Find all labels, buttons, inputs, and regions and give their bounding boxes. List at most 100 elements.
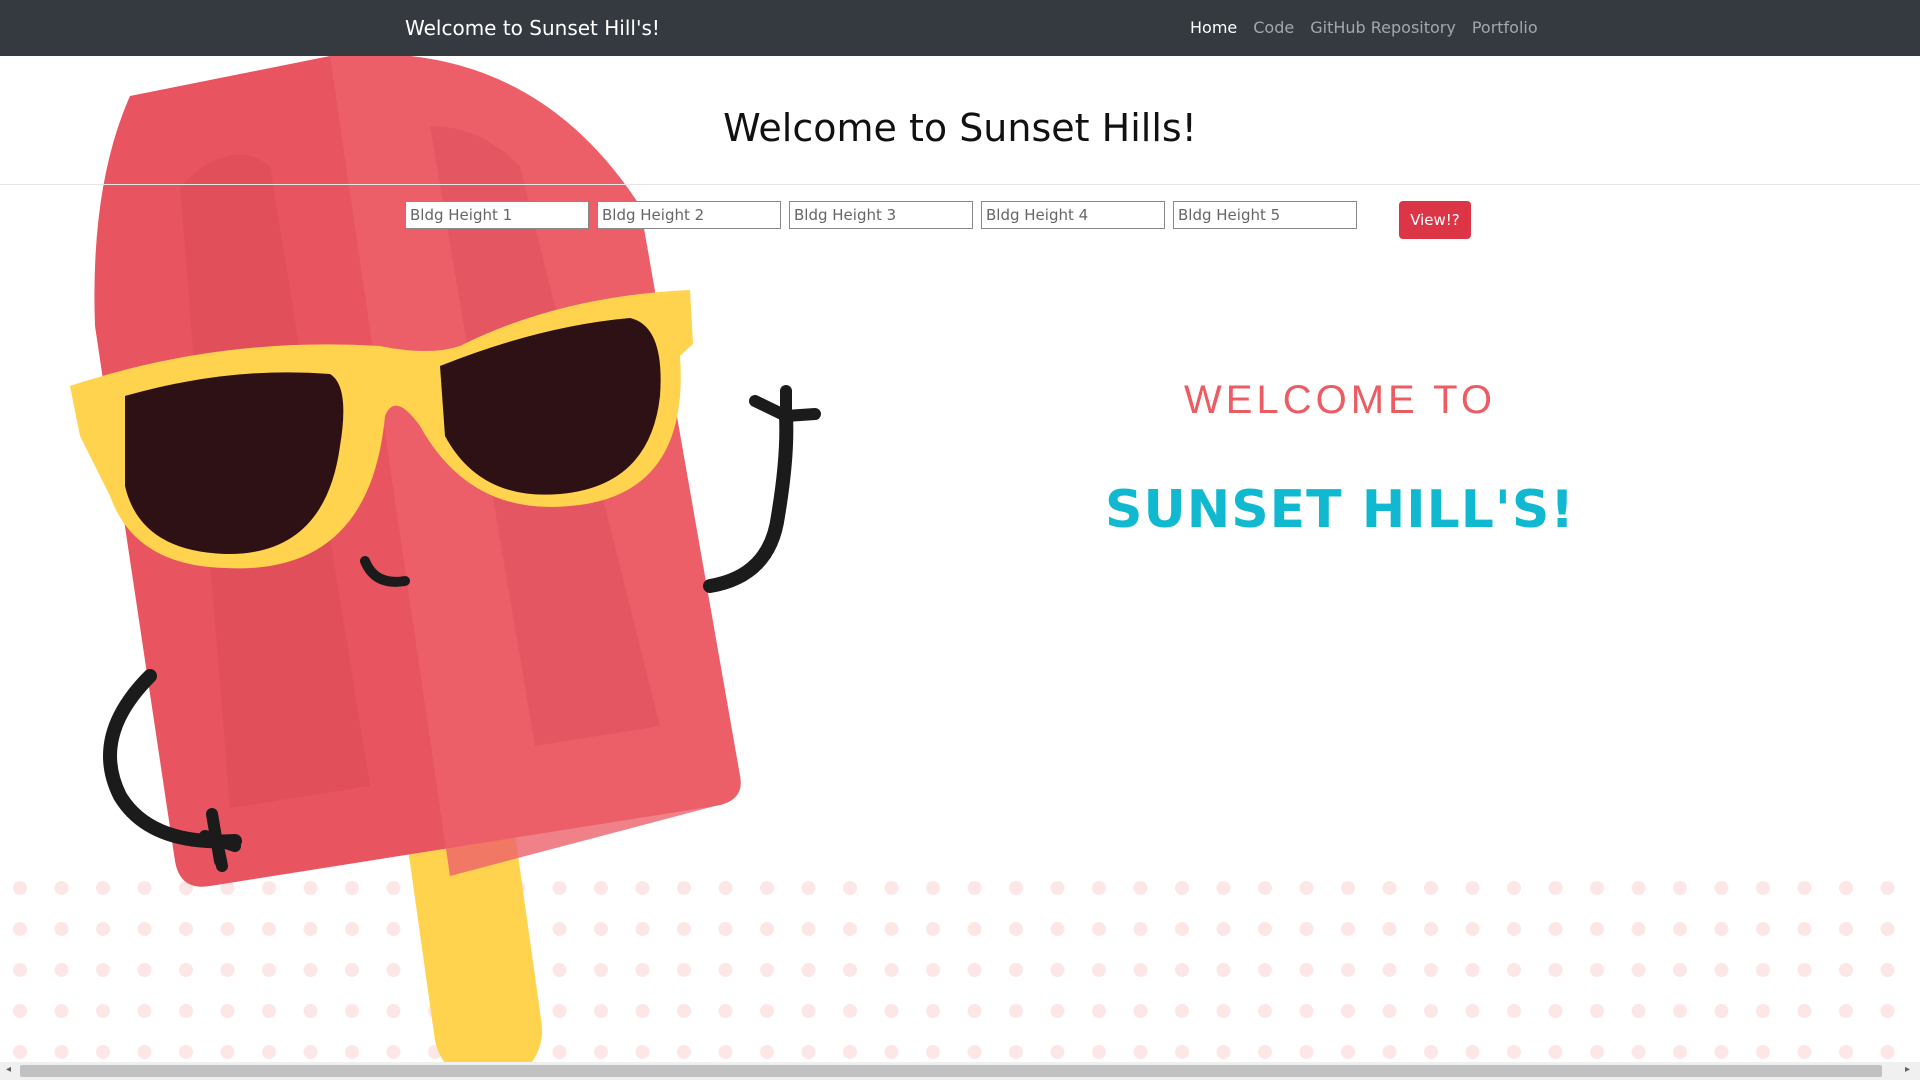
polka-dot [1880,1004,1895,1018]
polka-dot [1507,1045,1521,1059]
polka-dot [1714,1004,1729,1018]
polka-dot [1465,881,1480,895]
bldg-height-1-input[interactable] [405,201,589,229]
polka-dot [1092,1004,1106,1018]
polka-dot [1880,1045,1895,1059]
polka-dot [1756,1045,1770,1059]
polka-dot [1797,1004,1812,1018]
polka-dot [1839,1004,1853,1018]
polka-dot [1424,963,1438,977]
polka-dot [1590,1004,1604,1018]
polka-dot [1839,1045,1853,1059]
nav-link-code[interactable]: Code [1253,18,1294,37]
polka-dot [1424,922,1438,936]
polka-dot [1133,963,1148,977]
polka-dot [1341,881,1355,895]
polka-dot [1050,963,1065,977]
polka-dot [1465,963,1480,977]
polka-dot [1756,1004,1770,1018]
polka-dot [1009,963,1023,977]
polka-dot [1009,1004,1023,1018]
view-button[interactable]: View!? [1399,201,1471,239]
right-arm [703,409,794,593]
polka-dot [1756,881,1770,895]
polka-dot [1216,922,1231,936]
building-height-form [405,201,1365,229]
navbar-brand[interactable]: Welcome to Sunset Hill's! [405,15,660,41]
polka-dot [967,963,982,977]
polka-dot [1175,881,1189,895]
polka-dot [1797,1045,1812,1059]
polka-dot [1590,881,1604,895]
nav-link-portfolio[interactable]: Portfolio [1472,18,1538,37]
polka-dot [1507,881,1521,895]
polka-dot [1507,922,1521,936]
polka-dot [1009,1045,1023,1059]
polka-dot [1839,963,1853,977]
polka-dot [1590,1045,1604,1059]
nav-link-github-repository[interactable]: GitHub Repository [1310,18,1456,37]
bldg-height-4-input[interactable] [981,201,1165,229]
polka-dot [1797,922,1812,936]
polka-dot [1590,922,1604,936]
polka-dot [926,881,940,895]
nav-links: Home Code GitHub Repository Portfolio [1190,18,1538,37]
bldg-height-2-input[interactable] [597,201,781,229]
polka-dot [926,963,940,977]
polka-dot [1258,1045,1272,1059]
polka-dot [1216,881,1231,895]
polka-dot [1465,922,1480,936]
polka-dot [1299,922,1314,936]
polka-dot [967,1004,982,1018]
polka-dot [1714,1045,1729,1059]
polka-dot [1341,1045,1355,1059]
nav-link-home[interactable]: Home [1190,18,1237,37]
polka-dot [1797,881,1812,895]
polka-dot [1880,963,1895,977]
polka-dot [926,1045,940,1059]
polka-dot [1590,963,1604,977]
polka-dot [1673,922,1687,936]
scroll-right-arrow-icon[interactable]: ▸ [1905,1064,1910,1075]
scroll-left-arrow-icon[interactable]: ◂ [6,1064,11,1075]
polka-dot [1756,922,1770,936]
polka-dot [1341,922,1355,936]
polka-dot [1133,1004,1148,1018]
polka-dot [1050,922,1065,936]
hero-welcome-to: WELCOME TO [1184,378,1496,422]
polka-dot [926,1004,940,1018]
polka-dot [1175,1004,1189,1018]
polka-dot [1258,963,1272,977]
scrollbar-thumb[interactable] [20,1065,1882,1077]
polka-dot [1092,881,1106,895]
polka-dot [1714,963,1729,977]
polka-dot [1631,963,1646,977]
polka-dot [1507,963,1521,977]
polka-dot [1424,1045,1438,1059]
polka-dot [1465,1045,1480,1059]
polka-dot [1175,922,1189,936]
polka-dot [1341,1004,1355,1018]
bldg-height-3-input[interactable] [789,201,973,229]
polka-dot [1548,922,1563,936]
polka-dot [1299,963,1314,977]
main-stage: Welcome to Sunset Hills! View!? WELCOME … [0,56,1920,1066]
polka-dot [1133,1045,1148,1059]
polka-dot [1631,1004,1646,1018]
polka-dot [1216,1045,1231,1059]
polka-dot [1050,1004,1065,1018]
polka-dot [1880,881,1895,895]
page-header: Welcome to Sunset Hills! [0,56,1920,185]
polka-dot [1382,1004,1397,1018]
hero-sunset-hills: SUNSET HILL'S! [1105,480,1575,540]
polka-dot [1548,1004,1563,1018]
polka-dot [1009,922,1023,936]
polka-dot [967,881,982,895]
polka-dot [1009,881,1023,895]
bldg-height-5-input[interactable] [1173,201,1357,229]
polka-dot [1424,1004,1438,1018]
horizontal-scrollbar[interactable]: ◂ ▸ [0,1062,1920,1080]
polka-dot [1092,963,1106,977]
polka-dot [1050,881,1065,895]
polka-dot [1258,1004,1272,1018]
